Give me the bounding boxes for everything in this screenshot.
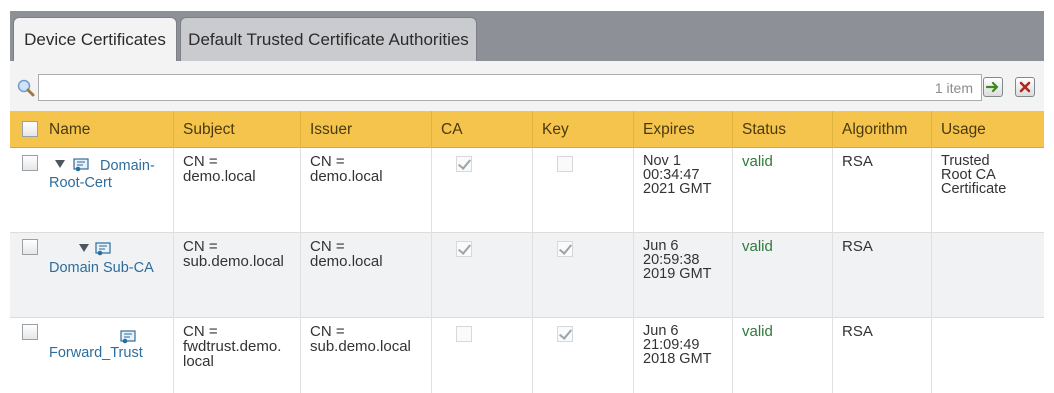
table-row[interactable]: Domain- Root-Cert CN = demo.local CN = d… xyxy=(10,148,1044,233)
subject-text: CN = xyxy=(183,153,218,170)
subject-cell: CN = demo.local xyxy=(173,148,300,233)
expires-text: Nov 1 xyxy=(643,153,681,169)
usage-cell xyxy=(931,233,1044,318)
select-all-checkbox[interactable] xyxy=(22,121,38,137)
col-header-key[interactable]: Key xyxy=(532,111,633,148)
col-header-subject[interactable]: Subject xyxy=(173,111,300,148)
item-count: 1 item xyxy=(934,80,973,96)
expires-text: 20:59:38 xyxy=(643,252,700,268)
clear-filter-button[interactable] xyxy=(1015,77,1035,97)
usage-text: Certificate xyxy=(941,181,1007,197)
ca-checkbox xyxy=(456,156,472,172)
col-header-issuer[interactable]: Issuer xyxy=(300,111,431,148)
algorithm-cell: RSA xyxy=(832,233,931,318)
status-text: valid xyxy=(742,153,773,170)
col-header-name[interactable]: Name xyxy=(40,111,173,148)
col-header-status[interactable]: Status xyxy=(732,111,832,148)
cert-name-line[interactable] xyxy=(49,243,173,260)
status-text: valid xyxy=(742,323,773,340)
subject-text: sub.demo.local xyxy=(183,253,284,270)
expires-text: 2021 GMT xyxy=(643,181,712,197)
tab-device-certificates[interactable]: Device Certificates xyxy=(13,17,177,62)
ca-cell xyxy=(431,148,532,233)
close-icon xyxy=(1019,81,1031,93)
algorithm-cell: RSA xyxy=(832,318,931,393)
apply-filter-button[interactable] xyxy=(983,77,1003,97)
cert-name-line[interactable]: Forward_Trust xyxy=(49,345,173,362)
subject-text: CN = xyxy=(183,238,218,255)
expires-cell: Jun 6 21:09:49 2018 GMT xyxy=(633,318,732,393)
status-text: valid xyxy=(742,238,773,255)
usage-text: Trusted xyxy=(941,153,990,169)
table-row[interactable]: Domain Sub-CA CN = sub.demo.local CN = d… xyxy=(10,233,1044,318)
usage-text: Root CA xyxy=(941,167,996,183)
issuer-text: sub.demo.local xyxy=(310,338,411,355)
cert-name-line[interactable]: Domain- xyxy=(49,158,173,175)
cert-name-link[interactable]: Domain- Root-Cert xyxy=(40,148,173,233)
issuer-text: CN = xyxy=(310,323,345,340)
issuer-text: CN = xyxy=(310,153,345,170)
subject-cell: CN = fwdtrust.demo. local xyxy=(173,318,300,393)
algorithm-text: RSA xyxy=(842,153,873,170)
ca-cell xyxy=(431,318,532,393)
status-cell: valid xyxy=(732,148,832,233)
algorithm-text: RSA xyxy=(842,238,873,255)
expires-text: Jun 6 xyxy=(643,238,679,254)
search-icon xyxy=(17,79,35,97)
ca-cell xyxy=(431,233,532,318)
table-header: Name Subject Issuer CA Key Expires Statu… xyxy=(10,111,1044,148)
subject-text: fwdtrust.demo. xyxy=(183,338,282,355)
status-cell: valid xyxy=(732,233,832,318)
algorithm-text: RSA xyxy=(842,323,873,340)
key-cell xyxy=(532,148,633,233)
status-cell: valid xyxy=(732,318,832,393)
expires-cell: Jun 6 20:59:38 2019 GMT xyxy=(633,233,732,318)
row-checkbox[interactable] xyxy=(22,324,38,340)
subject-text: demo.local xyxy=(183,168,256,185)
issuer-cell: CN = demo.local xyxy=(300,148,431,233)
tab-bar: Device Certificates Default Trusted Cert… xyxy=(10,11,1044,62)
key-cell xyxy=(532,318,633,393)
cert-name-link[interactable]: Forward_Trust xyxy=(40,318,173,393)
key-checkbox xyxy=(557,326,573,342)
issuer-cell: CN = sub.demo.local xyxy=(300,318,431,393)
col-header-algorithm[interactable]: Algorithm xyxy=(832,111,931,148)
tab-default-trusted-cas[interactable]: Default Trusted Certificate Authorities xyxy=(180,17,477,61)
arrow-right-icon xyxy=(986,81,999,93)
key-checkbox xyxy=(557,156,573,172)
cert-name-line[interactable]: Domain Sub-CA xyxy=(49,260,173,277)
cert-name-line[interactable] xyxy=(49,328,173,345)
subject-text: CN = xyxy=(183,323,218,340)
row-checkbox[interactable] xyxy=(22,155,38,171)
expires-text: Jun 6 xyxy=(643,323,679,339)
expires-text: 2019 GMT xyxy=(643,266,712,282)
issuer-text: CN = xyxy=(310,238,345,255)
cert-name-link[interactable]: Domain Sub-CA xyxy=(40,233,173,318)
usage-cell xyxy=(931,318,1044,393)
ca-checkbox xyxy=(456,241,472,257)
usage-cell: Trusted Root CA Certificate xyxy=(931,148,1044,233)
expires-text: 2018 GMT xyxy=(643,351,712,367)
issuer-text: demo.local xyxy=(310,168,383,185)
filter-toolbar: 1 item xyxy=(10,61,1044,115)
algorithm-cell: RSA xyxy=(832,148,931,233)
filter-input[interactable]: 1 item xyxy=(38,74,982,101)
issuer-cell: CN = demo.local xyxy=(300,233,431,318)
cert-name-line[interactable]: Root-Cert xyxy=(49,175,173,192)
col-header-ca[interactable]: CA xyxy=(431,111,532,148)
subject-cell: CN = sub.demo.local xyxy=(173,233,300,318)
expires-text: 00:34:47 xyxy=(643,167,700,183)
expires-cell: Nov 1 00:34:47 2021 GMT xyxy=(633,148,732,233)
ca-checkbox xyxy=(456,326,472,342)
subject-text: local xyxy=(183,353,214,370)
expires-text: 21:09:49 xyxy=(643,337,700,353)
key-checkbox xyxy=(557,241,573,257)
table-row[interactable]: Forward_Trust CN = fwdtrust.demo. local … xyxy=(10,318,1044,393)
issuer-text: demo.local xyxy=(310,253,383,270)
col-header-usage[interactable]: Usage xyxy=(931,111,1044,148)
certificates-table: Name Subject Issuer CA Key Expires Statu… xyxy=(10,111,1044,393)
col-header-expires[interactable]: Expires xyxy=(633,111,732,148)
row-checkbox[interactable] xyxy=(22,239,38,255)
key-cell xyxy=(532,233,633,318)
